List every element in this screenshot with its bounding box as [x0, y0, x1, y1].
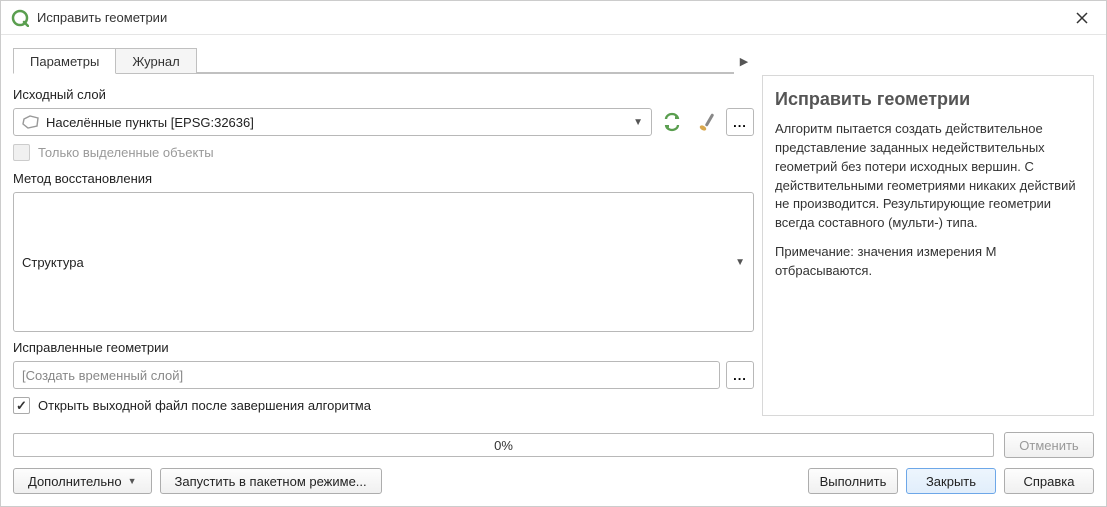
app-icon — [11, 9, 29, 27]
close-icon[interactable] — [1068, 4, 1096, 32]
chevron-down-icon: ▼ — [735, 257, 745, 268]
browse-output-button[interactable]: ... — [726, 361, 754, 389]
chevron-down-icon: ▼ — [633, 117, 643, 128]
selected-only-checkbox-row: Только выделенные объекты — [13, 142, 754, 163]
open-after-checkbox-row[interactable]: ✓ Открыть выходной файл после завершения… — [13, 395, 754, 416]
close-button[interactable]: Закрыть — [906, 468, 996, 494]
input-layer-select[interactable]: Населённые пункты [EPSG:32636] ▼ — [13, 108, 652, 136]
help-panel: Исправить геометрии Алгоритм пытается со… — [762, 75, 1094, 416]
form-body: Исходный слой Населённые пункты [EPSG:32… — [13, 75, 754, 416]
open-after-label: Открыть выходной файл после завершения а… — [38, 398, 371, 413]
collapse-help-icon[interactable]: ▶ — [734, 48, 754, 74]
ellipsis-icon: ... — [733, 369, 747, 382]
help-paragraph-2: Примечание: значения измерения M отбрасы… — [775, 243, 1081, 281]
input-layer-row: Населённые пункты [EPSG:32636] ▼ — [13, 108, 754, 136]
run-button[interactable]: Выполнить — [808, 468, 898, 494]
open-after-checkbox[interactable]: ✓ — [13, 397, 30, 414]
progress-row: 0% Отменить — [13, 432, 1094, 458]
help-button[interactable]: Справка — [1004, 468, 1094, 494]
method-label: Метод восстановления — [13, 171, 754, 186]
tabs-row: Параметры Журнал ▶ — [13, 47, 754, 75]
help-title: Исправить геометрии — [775, 86, 1081, 112]
selected-only-label: Только выделенные объекты — [38, 145, 214, 160]
advanced-options-button[interactable] — [692, 108, 720, 136]
selected-only-checkbox — [13, 144, 30, 161]
dialog-window: Исправить геометрии Параметры Журнал ▶ И… — [0, 0, 1107, 507]
output-row: [Создать временный слой] ... — [13, 361, 754, 389]
browse-input-button[interactable]: ... — [726, 108, 754, 136]
polygon-layer-icon — [22, 115, 40, 129]
output-field[interactable]: [Создать временный слой] — [13, 361, 720, 389]
batch-button[interactable]: Запустить в пакетном режиме... — [160, 468, 382, 494]
content-area: Параметры Журнал ▶ Исходный слой — [1, 35, 1106, 428]
cancel-button: Отменить — [1004, 432, 1094, 458]
help-paragraph-1: Алгоритм пытается создать действительное… — [775, 120, 1081, 233]
button-row: Дополнительно ▼ Запустить в пакетном реж… — [13, 468, 1094, 494]
titlebar: Исправить геометрии — [1, 1, 1106, 35]
tab-filler — [196, 48, 734, 73]
chevron-down-icon: ▼ — [128, 476, 137, 486]
advanced-button[interactable]: Дополнительно ▼ — [13, 468, 152, 494]
method-select[interactable]: Структура ▼ — [13, 192, 754, 332]
iterate-button[interactable] — [658, 108, 686, 136]
window-title: Исправить геометрии — [37, 10, 1068, 25]
input-layer-value: Населённые пункты [EPSG:32636] — [46, 115, 254, 130]
left-panel: Параметры Журнал ▶ Исходный слой — [13, 47, 754, 416]
output-label: Исправленные геометрии — [13, 340, 754, 355]
method-value: Структура — [22, 255, 84, 270]
tab-log[interactable]: Журнал — [115, 48, 196, 73]
tab-bar: Параметры Журнал — [13, 48, 734, 74]
check-icon: ✓ — [16, 398, 27, 414]
progress-text: 0% — [494, 438, 513, 453]
output-placeholder: [Создать временный слой] — [22, 368, 183, 383]
ellipsis-icon: ... — [733, 116, 747, 129]
tab-parameters[interactable]: Параметры — [13, 48, 116, 74]
bottom-area: 0% Отменить Дополнительно ▼ Запустить в … — [1, 428, 1106, 506]
input-layer-label: Исходный слой — [13, 87, 754, 102]
progress-bar: 0% — [13, 433, 994, 457]
